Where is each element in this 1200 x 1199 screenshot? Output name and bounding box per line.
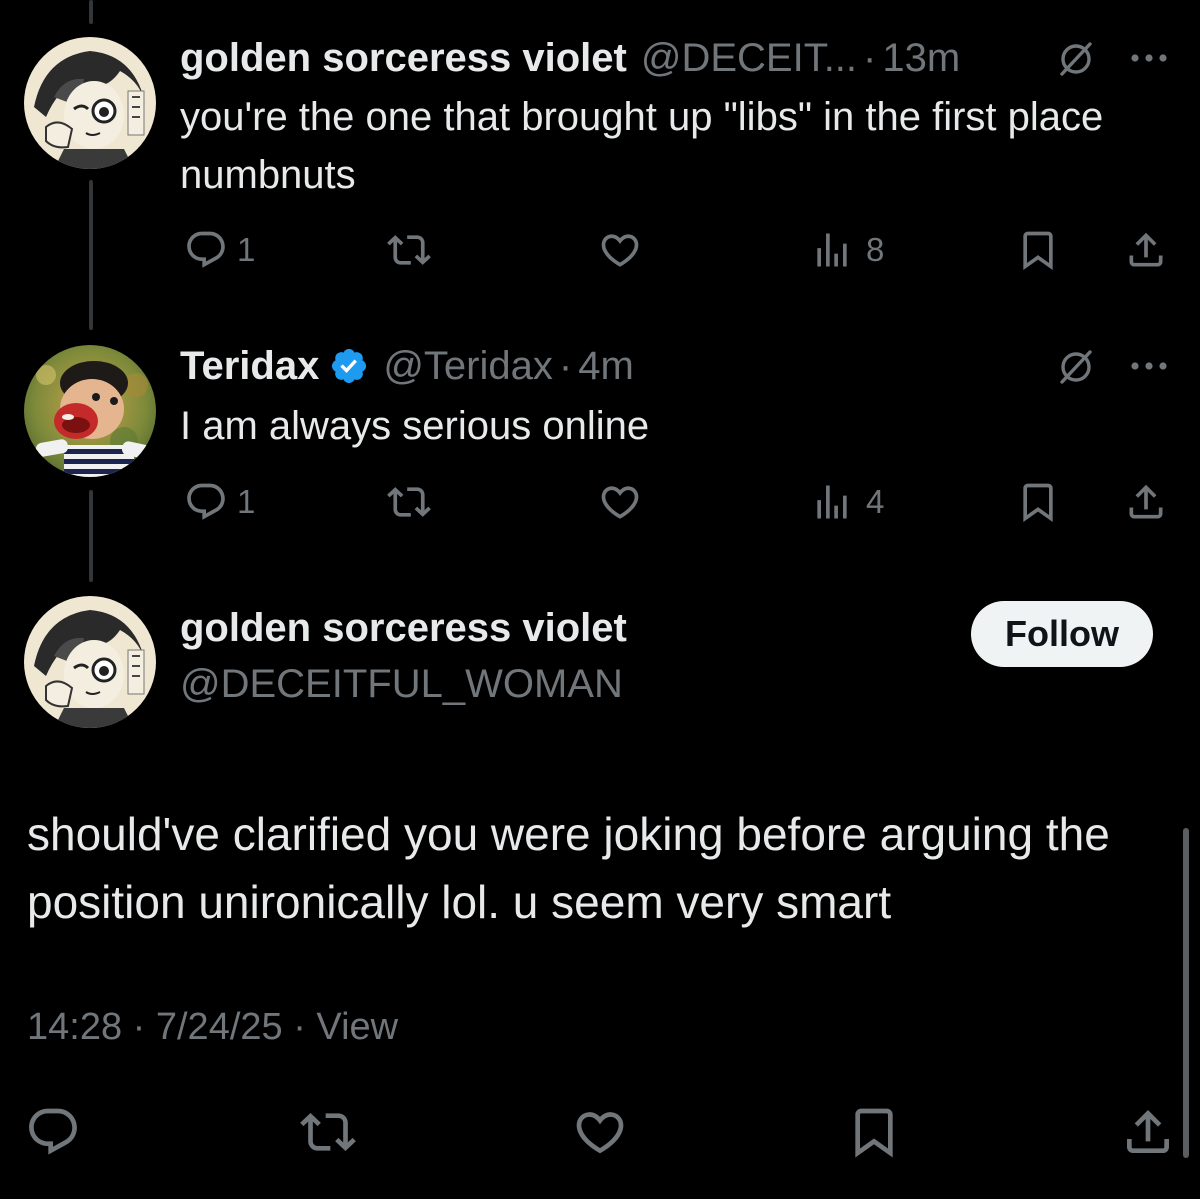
separator: ·	[558, 343, 573, 388]
tweet-meta[interactable]: 14:28 · 7/24/25 · View	[27, 1006, 398, 1049]
display-name[interactable]: golden sorceress violet	[180, 36, 627, 81]
bookmark-icon[interactable]	[1016, 480, 1060, 524]
username[interactable]: @DECEIT...	[641, 36, 857, 81]
retweet-icon[interactable]	[387, 480, 431, 524]
tweet-header: Teridax @Teridax · 4m	[180, 336, 634, 396]
more-icon[interactable]	[1129, 360, 1169, 372]
bookmark-icon[interactable]	[1016, 228, 1060, 272]
muted-icon[interactable]	[1056, 346, 1096, 386]
reply-icon[interactable]	[184, 228, 228, 272]
verified-badge-icon	[332, 348, 367, 384]
retweet-icon[interactable]	[387, 228, 431, 272]
tweet-text: should've clarified you were joking befo…	[27, 808, 1110, 928]
follow-button[interactable]: Follow	[971, 601, 1153, 667]
thread-line-top	[89, 0, 93, 24]
reply-icon[interactable]	[25, 1104, 81, 1160]
avatar[interactable]	[24, 37, 156, 169]
timestamp[interactable]: 13m	[882, 36, 960, 81]
username[interactable]: @Teridax	[383, 344, 553, 389]
username[interactable]: @DECEITFUL_WOMAN	[180, 662, 623, 707]
tweet-header: golden sorceress violet @DECEIT... · 13m	[180, 28, 960, 88]
more-icon[interactable]	[1129, 52, 1169, 64]
like-icon[interactable]	[572, 1104, 628, 1160]
views-icon[interactable]	[810, 480, 854, 524]
view-count: 4	[866, 483, 885, 520]
view-count: 8	[866, 231, 885, 268]
retweet-icon[interactable]	[300, 1104, 356, 1160]
muted-icon[interactable]	[1056, 38, 1096, 78]
like-icon[interactable]	[598, 228, 642, 272]
thread-line-2	[89, 490, 93, 582]
bookmark-icon[interactable]	[846, 1104, 902, 1160]
display-name[interactable]: Teridax	[180, 344, 319, 389]
timestamp[interactable]: 4m	[578, 344, 634, 389]
avatar[interactable]	[24, 345, 156, 477]
separator: ·	[863, 35, 877, 80]
share-icon[interactable]	[1124, 228, 1168, 272]
thread-line-1	[89, 180, 93, 330]
like-icon[interactable]	[598, 480, 642, 524]
scrollbar[interactable]	[1183, 828, 1189, 1158]
tweet-text: you're the one that brought up "libs" in…	[180, 95, 1104, 197]
reply-count: 1	[237, 231, 256, 268]
reply-count: 1	[237, 483, 256, 520]
share-icon[interactable]	[1124, 480, 1168, 524]
tweet-text: I am always serious online	[180, 404, 650, 448]
avatar[interactable]	[24, 596, 156, 728]
reply-icon[interactable]	[184, 480, 228, 524]
views-icon[interactable]	[810, 228, 854, 272]
share-icon[interactable]	[1120, 1104, 1176, 1160]
display-name[interactable]: golden sorceress violet	[180, 606, 627, 651]
